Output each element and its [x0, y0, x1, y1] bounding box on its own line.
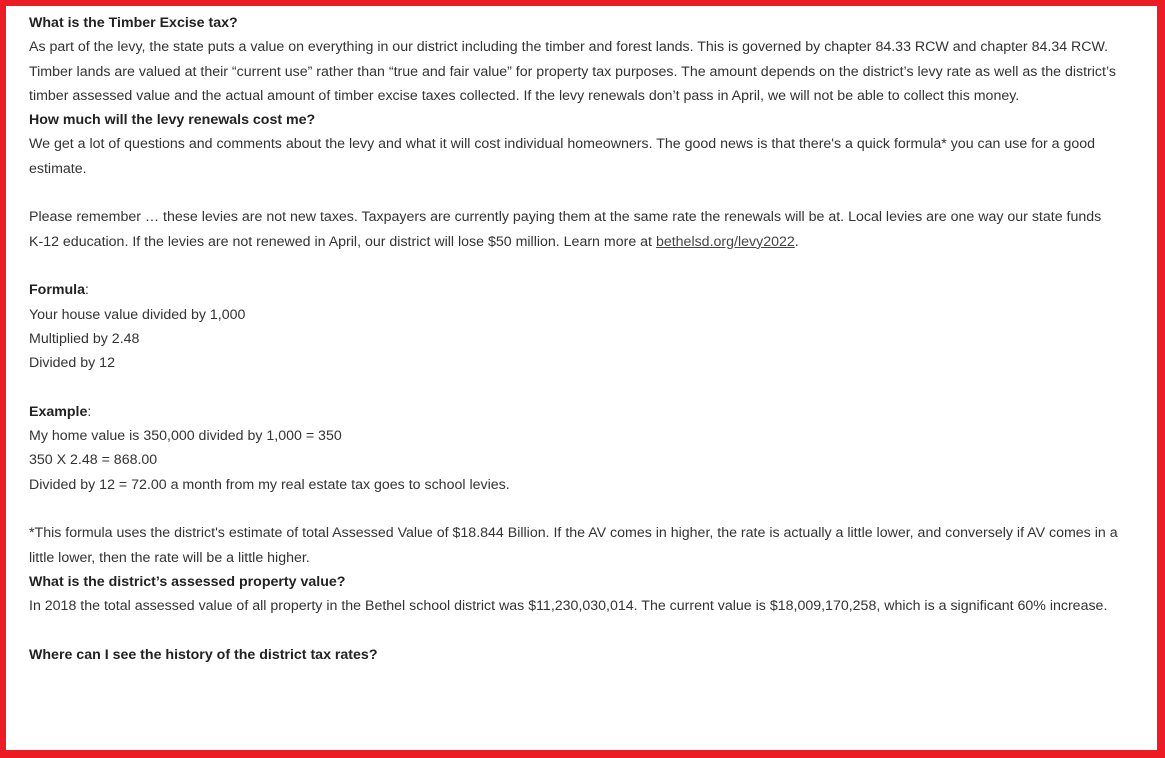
- timber-question: What is the Timber Excise tax?: [29, 15, 238, 31]
- assessed-question: What is the district’s assessed property…: [29, 573, 346, 590]
- highlight-frame: What is the Timber Excise tax? As part o…: [0, 0, 1165, 758]
- remember-text: Please remember … these levies are not n…: [29, 209, 1102, 250]
- formula-step: Multiplied by 2.48: [29, 330, 140, 347]
- example-step: My home value is 350,000 divided by 1,00…: [29, 428, 342, 445]
- example-step: Divided by 12 = 72.00 a month from my re…: [29, 476, 510, 493]
- example-step: 350 X 2.48 = 868.00: [29, 452, 158, 469]
- remember-end: .: [794, 233, 799, 250]
- example-label: Example: [29, 403, 88, 420]
- footnote: *This formula uses the district's estima…: [29, 525, 1118, 566]
- faq-content: What is the Timber Excise tax? As part o…: [29, 11, 1119, 667]
- levy2022-link[interactable]: bethelsd.org/levy2022: [656, 234, 795, 250]
- history-question: Where can I see the history of the distr…: [29, 646, 378, 663]
- formula-heading: Formula:: [29, 282, 89, 299]
- assessed-answer: In 2018 the total assessed value of all …: [29, 598, 1108, 615]
- timber-answer: As part of the levy, the state puts a va…: [29, 39, 1116, 104]
- cost-answer: We get a lot of questions and comments a…: [29, 136, 1096, 177]
- cost-question: How much will the levy renewals cost me?: [29, 112, 316, 129]
- remember-paragraph: Please remember … these levies are not n…: [29, 205, 1119, 254]
- formula-step: Your house value divided by 1,000: [29, 306, 246, 323]
- formula-label: Formula: [29, 282, 85, 299]
- formula-step: Divided by 12: [29, 355, 115, 372]
- example-heading: Example:: [29, 403, 92, 420]
